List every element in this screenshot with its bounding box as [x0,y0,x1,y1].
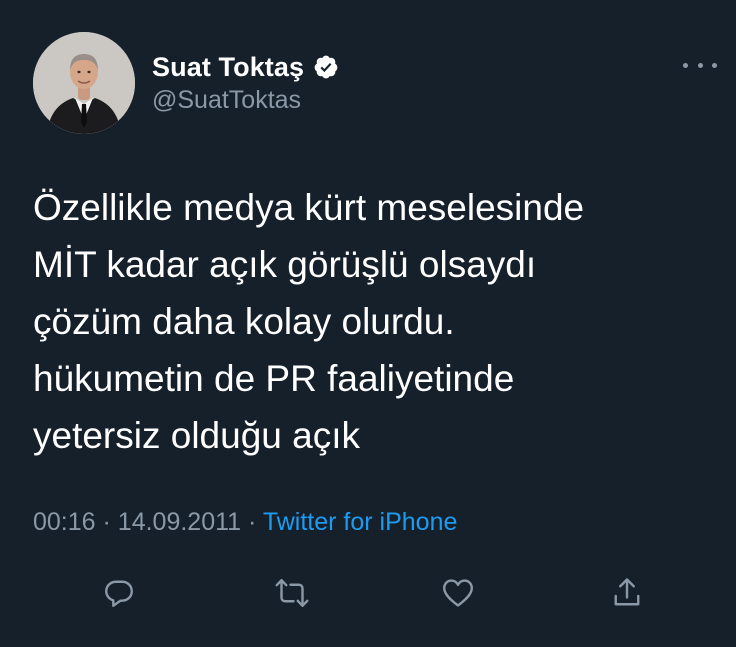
retweet-icon [275,579,309,607]
tweet-date[interactable]: 14.09.2011 [118,508,241,536]
more-options-icon[interactable] [683,53,717,77]
tweet-meta: 00:16 · 14.09.2011 · Twitter for iPhone [33,508,457,537]
tweet-actions [0,573,736,613]
tweet-source-link[interactable]: Twitter for iPhone [263,508,458,536]
meta-separator: · [248,508,257,536]
display-name[interactable]: Suat Toktaş [152,52,304,83]
more-dot [683,62,688,68]
share-icon [614,578,640,606]
share-button[interactable] [607,573,647,613]
more-dot [712,62,717,68]
reply-icon [105,580,133,607]
retweet-button[interactable] [272,573,312,613]
verified-badge-icon [313,54,339,80]
meta-separator: · [102,508,111,536]
avatar[interactable] [33,32,135,134]
reply-button[interactable] [99,573,139,613]
user-handle[interactable]: @SuatToktas [152,86,301,115]
tweet-text: Özellikle medya kürt meselesinde MİT kad… [33,187,585,456]
tweet-time[interactable]: 00:16 [33,508,96,536]
avatar-photo [33,32,135,134]
like-button[interactable] [438,573,478,613]
like-icon [443,579,473,607]
user-name-row[interactable]: Suat Toktaş [152,50,339,84]
more-dot [697,62,703,68]
